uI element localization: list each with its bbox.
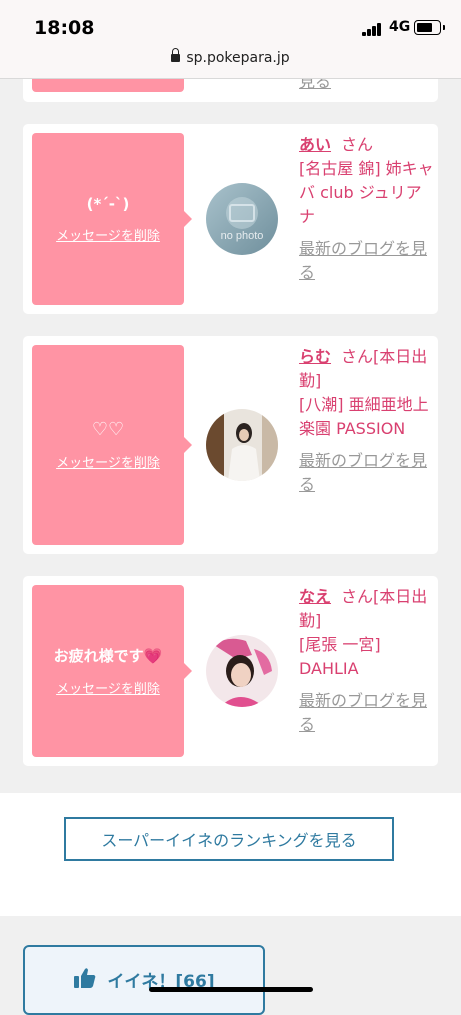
message-bubble: ♡♡ メッセージを削除 bbox=[32, 345, 192, 545]
profile-photo bbox=[206, 409, 278, 481]
message-bubble: (*´-`) メッセージを削除 bbox=[32, 133, 192, 305]
network-type: 4G bbox=[389, 19, 411, 35]
shop-link[interactable]: [八潮] 亜細亜地上楽園 PASSION bbox=[299, 393, 434, 441]
like-button[interactable]: イイネ！[66] bbox=[23, 945, 265, 1015]
user-suffix: さん bbox=[341, 135, 374, 154]
message-card: (*´-`) メッセージを削除 no photo あい さん [名古屋 錦] 姉キ… bbox=[23, 124, 438, 314]
avatar[interactable] bbox=[206, 409, 278, 481]
shop-link[interactable]: [尾張 一宮] DAHLIA bbox=[299, 633, 434, 681]
thumbs-up-icon bbox=[74, 968, 96, 988]
lock-icon bbox=[171, 48, 181, 62]
avatar[interactable] bbox=[206, 635, 278, 707]
url-text: sp.pokepara.jp bbox=[186, 50, 290, 66]
message-card: ♡♡ メッセージを削除 らむ さん[本日出勤] [八潮] 亜細亜地上楽園 PASS… bbox=[23, 336, 438, 554]
url-bar[interactable]: sp.pokepara.jp bbox=[0, 48, 461, 66]
shop-link[interactable]: [名古屋 錦] 姉キャバ club ジュリアナ bbox=[299, 157, 434, 229]
profile-photo bbox=[206, 635, 278, 707]
delete-message-link[interactable]: メッセージを削除 bbox=[56, 678, 160, 697]
status-bar: 18:08 4G sp.pokepara.jp bbox=[0, 0, 461, 79]
battery-icon bbox=[414, 20, 445, 35]
blog-link[interactable]: 最新のブログを見る bbox=[299, 237, 434, 285]
message-bubble: お疲れ様です💗 メッセージを削除 bbox=[32, 585, 192, 757]
message-text: (*´-`) bbox=[86, 194, 130, 213]
user-name-link[interactable]: あい bbox=[299, 135, 331, 154]
message-text: お疲れ様です💗 bbox=[53, 647, 163, 665]
ranking-section: スーパーイイネのランキングを見る bbox=[0, 793, 461, 916]
delete-message-link[interactable]: メッセージを削除 bbox=[56, 452, 160, 471]
message-card: お疲れ様です💗 メッセージを削除 なえ さん[本日出勤] [尾張 一宮] DAHL… bbox=[23, 576, 438, 766]
super-like-ranking-button[interactable]: スーパーイイネのランキングを見る bbox=[64, 817, 394, 861]
home-indicator[interactable] bbox=[149, 987, 313, 992]
avatar[interactable]: no photo bbox=[206, 183, 278, 255]
message-text: ♡♡ bbox=[91, 419, 125, 440]
user-name-link[interactable]: らむ bbox=[299, 347, 331, 366]
delete-message-link[interactable]: メッセージを削除 bbox=[56, 225, 160, 244]
signal-icon bbox=[362, 22, 384, 36]
user-name-link[interactable]: なえ bbox=[299, 587, 331, 606]
blog-link[interactable]: 最新のブログを見る bbox=[299, 689, 434, 737]
no-photo-image: no photo bbox=[206, 183, 278, 255]
avatar-placeholder-text: no photo bbox=[221, 230, 264, 242]
status-time: 18:08 bbox=[34, 17, 95, 39]
blog-link[interactable]: 最新のブログを見る bbox=[299, 449, 434, 497]
